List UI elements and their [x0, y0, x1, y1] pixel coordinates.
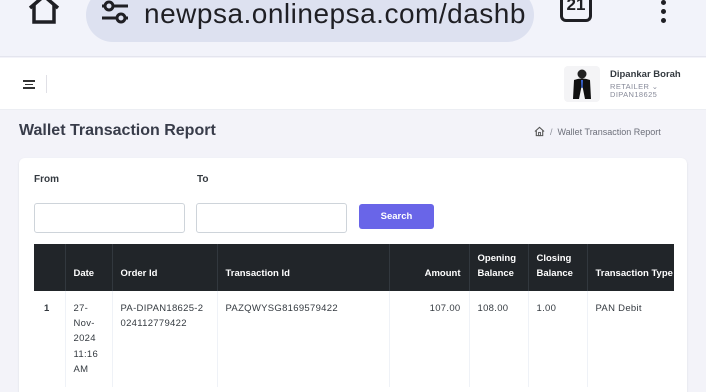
column-header-amount[interactable]: Amount — [389, 244, 470, 291]
transactions-table: Date Order Id Transaction Id Amount Open… — [34, 244, 674, 387]
from-label: From — [34, 174, 59, 185]
report-card: From To Search Date Order Id Transaction… — [19, 158, 687, 392]
table-row: 1 27-Nov-2024 11:16 AM PA-DIPAN18625-202… — [34, 291, 674, 387]
user-id: DIPAN18625 — [610, 90, 658, 99]
page-title: Wallet Transaction Report — [19, 122, 216, 139]
cell-transaction-type: PAN Debit — [587, 291, 674, 387]
tabs-icon[interactable]: 21 — [560, 0, 592, 22]
cell-sn: 1 — [34, 291, 66, 387]
url-text[interactable]: newpsa.onlinepsa.com/dashb — [144, 0, 526, 30]
breadcrumb-home-icon[interactable] — [534, 126, 545, 137]
breadcrumb-separator: / — [550, 126, 553, 137]
breadcrumb-current: Wallet Transaction Report — [557, 126, 661, 137]
address-bar[interactable]: newpsa.onlinepsa.com/dashb — [86, 0, 534, 42]
tune-icon[interactable] — [100, 0, 130, 26]
tab-count: 21 — [566, 0, 586, 14]
column-header-closing-balance[interactable]: Closing Balance — [528, 244, 588, 291]
browser-toolbar: newpsa.onlinepsa.com/dashb 21 — [0, 0, 706, 57]
cell-transaction-id: PAZQWYSG8169579422 — [217, 291, 390, 387]
user-name[interactable]: Dipankar Borah — [610, 69, 681, 80]
search-button[interactable]: Search — [359, 204, 434, 229]
from-date-input[interactable] — [34, 203, 185, 233]
column-header-opening-balance[interactable]: Opening Balance — [469, 244, 529, 291]
to-date-input[interactable] — [196, 203, 347, 233]
column-header-sn — [34, 244, 66, 291]
app-header: Dipankar Borah RETAILER ⌄ DIPAN18625 — [0, 58, 706, 110]
column-header-date[interactable]: Date — [65, 244, 113, 291]
breadcrumb: / Wallet Transaction Report — [534, 126, 661, 137]
avatar[interactable] — [564, 66, 600, 102]
transactions-table-scroll[interactable]: Date Order Id Transaction Id Amount Open… — [34, 244, 674, 392]
home-icon[interactable] — [27, 0, 61, 24]
column-header-transaction-type[interactable]: Transaction Type — [587, 244, 674, 291]
column-header-transaction-id[interactable]: Transaction Id — [217, 244, 390, 291]
column-header-order-id[interactable]: Order Id — [112, 244, 218, 291]
table-header-row: Date Order Id Transaction Id Amount Open… — [34, 244, 674, 291]
cell-date: 27-Nov-2024 11:16 AM — [65, 291, 113, 387]
cell-amount: 107.00 — [389, 291, 470, 387]
to-label: To — [197, 174, 209, 185]
cell-order-id: PA-DIPAN18625-2024112779422 — [112, 291, 218, 387]
header-divider — [46, 75, 47, 93]
cell-closing-balance: 1.00 — [528, 291, 588, 387]
cell-opening-balance: 108.00 — [469, 291, 529, 387]
hamburger-menu-icon[interactable] — [23, 80, 35, 89]
kebab-menu-icon[interactable] — [658, 0, 668, 26]
